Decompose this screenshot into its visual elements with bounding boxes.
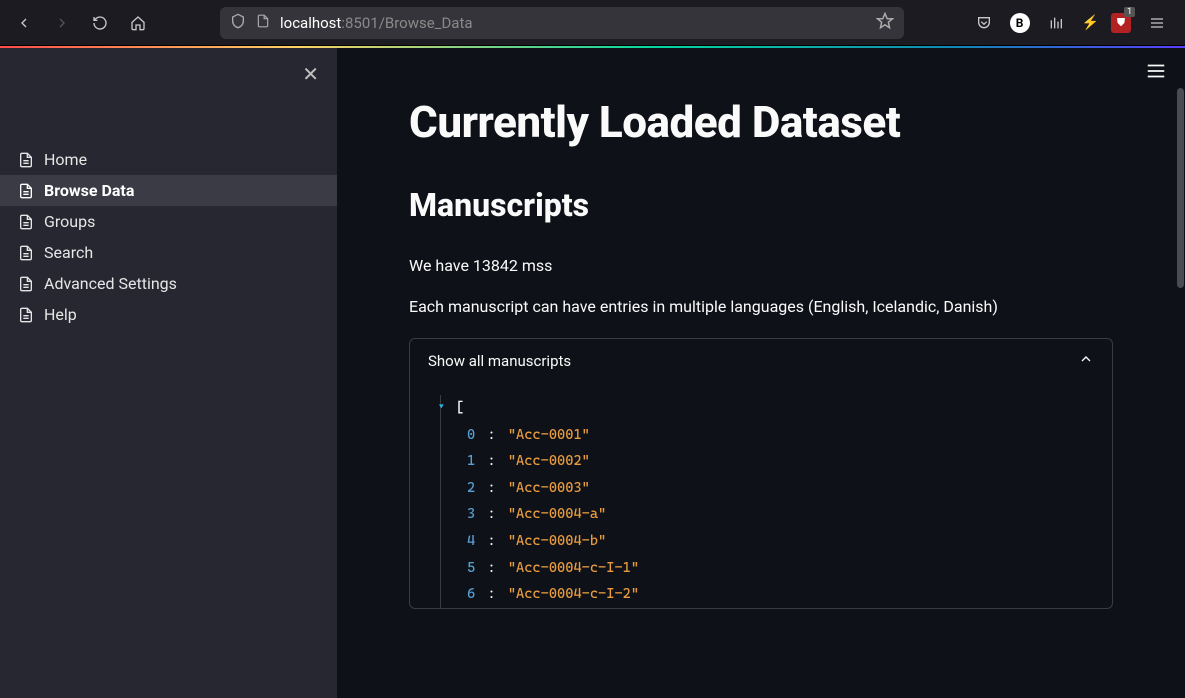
sidebar-nav: Home Browse Data Groups Search Advanced Sett… [0, 144, 337, 330]
json-index: 4 [467, 533, 475, 549]
sidebar-item-search[interactable]: Search [0, 237, 337, 268]
json-value: "Acc-0004-b" [508, 533, 606, 549]
json-index: 1 [467, 453, 475, 469]
json-colon: : [487, 533, 495, 549]
bookmark-star-icon[interactable] [876, 12, 894, 34]
json-colon: : [487, 586, 495, 602]
json-colon: : [487, 506, 495, 522]
page-title: Currently Loaded Dataset [409, 96, 1113, 148]
sidebar-close-button[interactable]: ✕ [302, 62, 319, 86]
scrollbar-track[interactable] [1175, 48, 1185, 698]
json-row: 6 : "Acc-0004-c-I-2" [451, 581, 1094, 608]
url-path: /Browse_Data [379, 14, 473, 32]
sidebar: ✕ Home Browse Data Groups Search Advanced Se… [0, 48, 337, 698]
pocket-icon[interactable] [970, 9, 998, 37]
url-bar[interactable]: localhost:8501/Browse_Data [220, 7, 904, 39]
reload-button[interactable] [84, 7, 116, 39]
lang-text: Each manuscript can have entries in mult… [409, 297, 1113, 316]
sidebar-item-label: Advanced Settings [44, 274, 177, 293]
json-row: 4 : "Acc-0004-b" [451, 528, 1094, 555]
json-index: 3 [467, 506, 475, 522]
json-row: 3 : "Acc-0004-a" [451, 501, 1094, 528]
scrollbar-thumb[interactable] [1177, 88, 1184, 288]
sidebar-item-help[interactable]: Help [0, 299, 337, 330]
sidebar-item-label: Groups [44, 212, 95, 231]
extension-b-icon[interactable]: B [1010, 13, 1030, 33]
app-menu-button[interactable] [1145, 60, 1167, 86]
page-icon [18, 275, 34, 293]
count-text: We have 13842 mss [409, 256, 1113, 275]
page-icon [18, 244, 34, 262]
json-index: 2 [467, 480, 475, 496]
sidebar-item-label: Home [44, 150, 87, 169]
json-value: "Acc-0004-a" [508, 506, 606, 522]
lightning-icon[interactable]: ⚡ [1082, 15, 1099, 31]
sidebar-item-advanced-settings[interactable]: Advanced Settings [0, 268, 337, 299]
json-value: "Acc-0002" [508, 453, 590, 469]
expander-header[interactable]: Show all manuscripts [410, 339, 1112, 383]
sidebar-item-groups[interactable]: Groups [0, 206, 337, 237]
json-row: 2 : "Acc-0003" [451, 475, 1094, 502]
file-icon [256, 13, 270, 33]
page-icon [18, 182, 34, 200]
sidebar-item-browse-data[interactable]: Browse Data [0, 175, 337, 206]
chevron-up-icon [1078, 351, 1094, 371]
home-button[interactable] [122, 7, 154, 39]
json-index: 6 [467, 586, 475, 602]
browser-toolbar: localhost:8501/Browse_Data B ⚡ ⛊ 1 [0, 0, 1185, 46]
json-open-bracket: [ [456, 400, 464, 416]
shield-icon [230, 13, 246, 33]
sidebar-item-label: Browse Data [44, 181, 134, 200]
ublock-icon[interactable]: ⛊ 1 [1111, 13, 1131, 33]
json-value: "Acc-0003" [508, 480, 590, 496]
section-title: Manuscripts [409, 186, 1113, 224]
extension-bars-icon[interactable] [1042, 9, 1070, 37]
json-row: 5 : "Acc-0004-c-I-1" [451, 555, 1094, 582]
back-button[interactable] [8, 7, 40, 39]
json-colon: : [487, 560, 495, 576]
json-colon: : [487, 427, 495, 443]
json-value: "Acc-0004-c-I-2" [508, 586, 639, 602]
main-area: Currently Loaded Dataset Manuscripts We … [337, 48, 1185, 698]
expander-label: Show all manuscripts [428, 352, 571, 370]
sidebar-item-label: Help [44, 305, 77, 324]
json-index: 5 [467, 560, 475, 576]
badge-letter: B [1016, 16, 1024, 30]
json-row: 1 : "Acc-0002" [451, 448, 1094, 475]
page-icon [18, 151, 34, 169]
json-value: "Acc-0001" [508, 427, 590, 443]
url-text: localhost:8501/Browse_Data [280, 14, 866, 32]
json-row: 0 : "Acc-0001" [451, 422, 1094, 449]
expander: Show all manuscripts ▼[ 0 : "Acc-0001"1 … [409, 338, 1113, 609]
browser-right-icons: B ⚡ ⛊ 1 [970, 9, 1177, 37]
ublock-count: 1 [1124, 7, 1135, 17]
url-port: :8501 [341, 14, 378, 32]
sidebar-item-label: Search [44, 243, 93, 262]
url-host: localhost [280, 14, 341, 32]
json-index: 0 [467, 427, 475, 443]
json-colon: : [487, 453, 495, 469]
json-colon: : [487, 480, 495, 496]
forward-button[interactable] [46, 7, 78, 39]
json-toggle-icon[interactable]: ▼ [439, 402, 444, 411]
page-icon [18, 306, 34, 324]
sidebar-item-home[interactable]: Home [0, 144, 337, 175]
browser-menu-button[interactable] [1143, 9, 1171, 37]
page-icon [18, 213, 34, 231]
json-viewer[interactable]: ▼[ 0 : "Acc-0001"1 : "Acc-0002"2 : "Acc-… [410, 383, 1112, 608]
json-value: "Acc-0004-c-I-1" [508, 560, 639, 576]
